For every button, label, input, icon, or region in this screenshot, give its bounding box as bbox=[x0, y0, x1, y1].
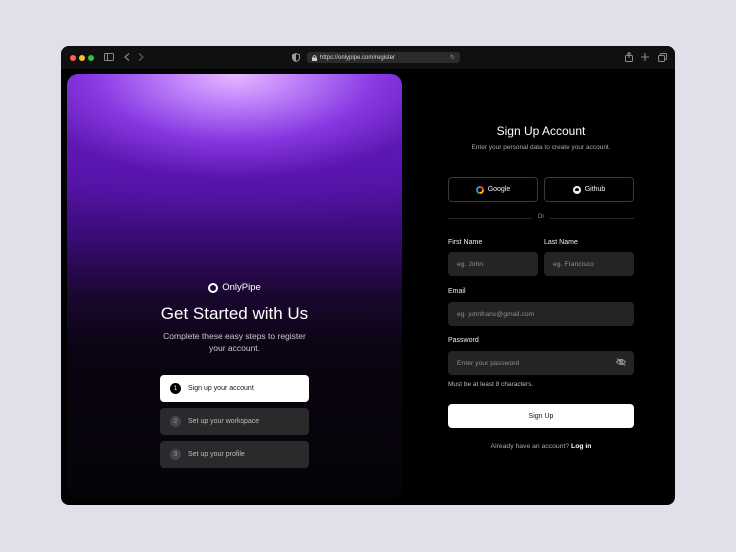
github-label: Github bbox=[584, 186, 606, 193]
sidebar-icon[interactable] bbox=[103, 51, 115, 63]
step-label: Set up your workspace bbox=[188, 418, 260, 425]
google-label: Google bbox=[487, 186, 511, 193]
address-bar[interactable]: https://onlypipe.com/register ↻ bbox=[307, 52, 460, 63]
email-input[interactable]: eg. johnfrans@gmail.com bbox=[448, 302, 634, 326]
password-input[interactable]: Enter your password bbox=[448, 351, 634, 375]
divider-text: Or bbox=[532, 214, 550, 220]
step-number: 3 bbox=[170, 449, 181, 460]
last-name-input[interactable]: eg. Francisco bbox=[544, 252, 634, 276]
step-number: 2 bbox=[170, 416, 181, 427]
hero-title: Get Started with Us bbox=[160, 304, 309, 323]
first-name-label: First Name bbox=[448, 239, 483, 246]
email-placeholder: eg. johnfrans@gmail.com bbox=[457, 310, 535, 318]
password-hint: Must be at least 8 characters. bbox=[448, 381, 534, 388]
login-prompt: Already have an account? bbox=[490, 443, 570, 450]
step-label: Set up your profile bbox=[188, 451, 245, 458]
close-window-button[interactable] bbox=[70, 55, 76, 61]
signup-form: Sign Up Account Enter your personal data… bbox=[448, 46, 634, 505]
minimize-window-button[interactable] bbox=[79, 55, 85, 61]
hero-subtitle: Complete these easy steps to register yo… bbox=[163, 331, 306, 353]
google-icon bbox=[475, 185, 484, 194]
forward-icon[interactable] bbox=[135, 51, 147, 63]
form-subtitle: Enter your personal data to create your … bbox=[471, 144, 611, 151]
sign-up-button[interactable]: Sign Up bbox=[448, 404, 634, 428]
hero-panel: OnlyPipe Get Started with Us Complete th… bbox=[67, 74, 402, 499]
back-icon[interactable] bbox=[121, 51, 133, 63]
tabs-icon[interactable] bbox=[656, 51, 668, 63]
zoom-window-button[interactable] bbox=[88, 55, 94, 61]
eye-off-icon[interactable] bbox=[615, 358, 627, 368]
last-name-label: Last Name bbox=[544, 239, 578, 246]
first-name-placeholder: eg. John bbox=[457, 260, 484, 268]
step-set-up-workspace[interactable]: 2 Set up your workspace bbox=[160, 408, 309, 435]
last-name-placeholder: eg. Francisco bbox=[553, 260, 594, 268]
login-prompt-line: Already have an account? Log in bbox=[448, 443, 634, 450]
google-signup-button[interactable]: Google bbox=[448, 177, 538, 202]
lock-icon bbox=[312, 55, 317, 61]
step-label: Sign up your account bbox=[188, 385, 254, 392]
step-number: 1 bbox=[170, 383, 181, 394]
github-icon bbox=[572, 185, 581, 194]
browser-window: https://onlypipe.com/register ↻ OnlyPipe… bbox=[61, 46, 675, 505]
login-link[interactable]: Log in bbox=[571, 443, 591, 450]
shield-icon[interactable] bbox=[290, 51, 302, 63]
form-title: Sign Up Account bbox=[496, 124, 586, 138]
github-signup-button[interactable]: Github bbox=[544, 177, 634, 202]
brand-name: OnlyPipe bbox=[222, 282, 261, 293]
step-sign-up-account[interactable]: 1 Sign up your account bbox=[160, 375, 309, 402]
new-tab-icon[interactable] bbox=[639, 51, 651, 63]
password-label: Password bbox=[448, 337, 479, 344]
first-name-input[interactable]: eg. John bbox=[448, 252, 538, 276]
url-text: https://onlypipe.com/register bbox=[320, 54, 396, 61]
onlypipe-logo-icon bbox=[208, 282, 219, 293]
step-set-up-profile[interactable]: 3 Set up your profile bbox=[160, 441, 309, 468]
brand-logo-lockup: OnlyPipe bbox=[67, 282, 402, 293]
email-label: Email bbox=[448, 288, 466, 295]
password-placeholder: Enter your password bbox=[457, 359, 520, 367]
